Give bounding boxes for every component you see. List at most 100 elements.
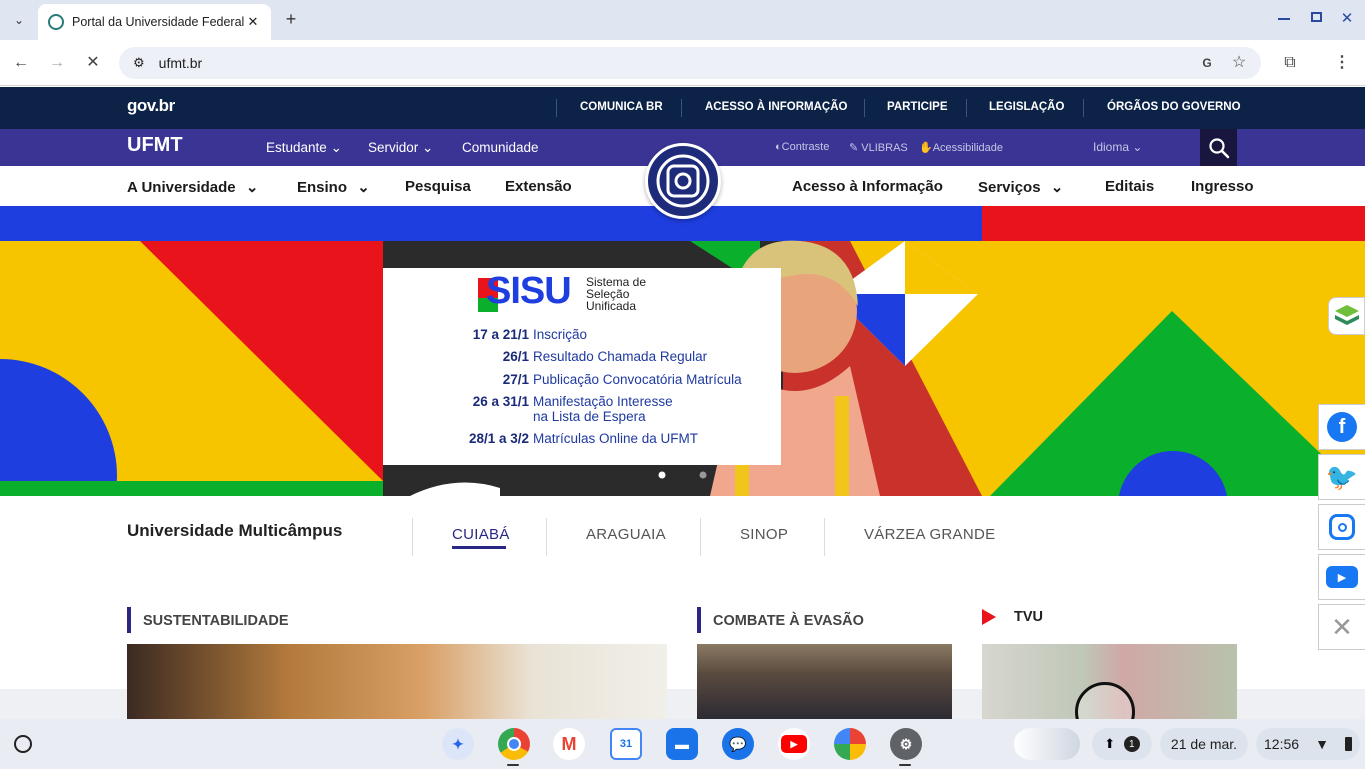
- launcher-icon[interactable]: [14, 735, 32, 753]
- schedule-item: Resultado Chamada Regular: [533, 349, 708, 364]
- nav-ingresso[interactable]: Ingresso: [1191, 178, 1254, 195]
- govbr-link-acesso[interactable]: ACESSO À INFORMAÇÃO: [705, 101, 847, 113]
- chevron-down-icon: ⌄: [357, 179, 370, 196]
- contrast-toggle[interactable]: ◐Contraste: [775, 141, 829, 153]
- files-icon[interactable]: ▬: [666, 728, 698, 760]
- calendar-icon[interactable]: 31: [610, 728, 642, 760]
- new-tab-button[interactable]: +: [280, 8, 302, 30]
- news-image-sustentabilidade[interactable]: [127, 644, 667, 719]
- menu-kebab-icon[interactable]: ⋮: [1331, 52, 1353, 74]
- nav-comunidade[interactable]: Comunidade: [462, 140, 539, 155]
- search-button[interactable]: [1200, 129, 1237, 166]
- nav-servicos-label: Serviços: [978, 179, 1041, 196]
- messages-icon[interactable]: 💬: [722, 728, 754, 760]
- forward-icon[interactable]: →: [46, 52, 68, 74]
- site-info-icon[interactable]: ⚙: [133, 55, 145, 71]
- schedule-date: 26/1: [503, 349, 529, 364]
- twitter-link[interactable]: 🐦: [1318, 454, 1365, 500]
- vlibras-toggle[interactable]: ✎ VLIBRAS: [849, 141, 908, 154]
- govbr-divider: [966, 99, 967, 117]
- nav-ensino[interactable]: Ensino ⌄: [297, 178, 370, 196]
- govbr-divider: [681, 99, 682, 117]
- ufmt-logo[interactable]: UFMT: [127, 134, 183, 157]
- browser-tab[interactable]: Portal da Universidade Federal ✕: [38, 4, 271, 40]
- vlibras-icon: ✎: [849, 142, 859, 154]
- govbr-link-orgaos[interactable]: ÓRGÃOS DO GOVERNO: [1107, 101, 1241, 113]
- govbr-link-legislacao[interactable]: LEGISLAÇÃO: [989, 101, 1064, 113]
- stop-loading-icon[interactable]: ✕: [82, 52, 104, 74]
- chevron-down-icon: ⌄: [1050, 179, 1064, 196]
- instagram-link[interactable]: [1318, 504, 1365, 550]
- youtube-app-icon[interactable]: ▶: [778, 728, 810, 760]
- nav-a-universidade[interactable]: A Universidade ⌄: [127, 178, 258, 196]
- gemini-icon[interactable]: ✦: [442, 728, 474, 760]
- tab-cuiaba[interactable]: CUIABÁ: [452, 526, 510, 543]
- minimize-icon[interactable]: [1278, 18, 1290, 20]
- facebook-icon: f: [1327, 412, 1357, 442]
- date-tray[interactable]: 21 de mar.: [1160, 728, 1248, 760]
- schedule-item: Inscrição: [533, 327, 588, 342]
- active-tab-underline: [452, 546, 506, 549]
- battery-icon: [1344, 737, 1352, 751]
- close-social-bar-icon[interactable]: ✕: [1318, 604, 1365, 650]
- play-icon: [982, 609, 996, 625]
- back-icon[interactable]: ←: [10, 52, 32, 74]
- bookmark-star-icon[interactable]: ☆: [1228, 52, 1250, 74]
- nav-servidor[interactable]: Servidor ⌄: [368, 140, 433, 156]
- nav-servidor-label: Servidor: [368, 140, 419, 155]
- status-tray[interactable]: 12:56 ▼: [1256, 728, 1360, 760]
- govbr-link-comunica[interactable]: COMUNICA BR: [580, 101, 663, 113]
- tab-araguaia[interactable]: ARAGUAIA: [586, 526, 666, 543]
- govbr-link-participe[interactable]: PARTICIPE: [887, 101, 948, 113]
- nav-pesquisa[interactable]: Pesquisa: [405, 178, 471, 195]
- schedule-date: 26 a 31/1: [473, 394, 529, 409]
- chrome-icon[interactable]: [498, 728, 530, 760]
- language-label: Idioma: [1093, 140, 1130, 154]
- sisu-logo-text: SISU: [486, 270, 572, 312]
- settings-icon[interactable]: ⚙: [890, 728, 922, 760]
- tab-favicon-icon: [48, 14, 64, 30]
- wifi-icon: ▼: [1315, 736, 1329, 752]
- tab-varzea-grande[interactable]: VÁRZEA GRANDE: [864, 526, 995, 543]
- url-text[interactable]: ufmt.br: [159, 55, 203, 71]
- window-close-icon[interactable]: ✕: [1337, 8, 1357, 30]
- section-accent-bar: [697, 607, 701, 633]
- ufmt-seal-icon[interactable]: [645, 143, 721, 219]
- floating-book-button[interactable]: [1328, 297, 1365, 335]
- nav-extensao[interactable]: Extensão: [505, 178, 572, 195]
- tab-close-icon[interactable]: ✕: [245, 14, 261, 30]
- schedule-item: Manifestação Interesse na Lista de Espera: [533, 394, 673, 424]
- section-title-sustentabilidade[interactable]: SUSTENTABILIDADE: [143, 613, 289, 629]
- schedule-date: 28/1 a 3/2: [469, 431, 529, 446]
- nav-estudante[interactable]: Estudante ⌄: [266, 140, 342, 156]
- notification-pill[interactable]: ⬆ 1: [1092, 728, 1152, 760]
- news-image-evasao[interactable]: [697, 644, 952, 719]
- accessibility-link[interactable]: ✋Acessibilidade: [919, 141, 1003, 154]
- section-accent-bar: [127, 607, 131, 633]
- contrast-icon: ◐: [775, 141, 782, 153]
- nav-a-universidade-label: A Universidade: [127, 179, 236, 196]
- upload-icon: ⬆: [1104, 736, 1116, 751]
- section-title-tvu[interactable]: TVU: [1014, 609, 1043, 625]
- govbr-divider: [1083, 99, 1084, 117]
- address-bar[interactable]: ⚙ ufmt.br: [119, 47, 1261, 79]
- tab-search-chevron-icon[interactable]: ⌄: [8, 9, 30, 31]
- photos-icon[interactable]: [834, 728, 866, 760]
- nav-servicos[interactable]: Serviços ⌄: [978, 178, 1063, 196]
- holding-space-thumbnail[interactable]: [1014, 728, 1080, 760]
- restore-icon[interactable]: [1311, 12, 1322, 22]
- nav-ensino-label: Ensino: [297, 179, 348, 196]
- schedule-item-line: Manifestação Interesse: [533, 394, 673, 409]
- gmail-icon[interactable]: M: [553, 728, 585, 760]
- translate-icon[interactable]: G: [1196, 52, 1218, 74]
- youtube-link[interactable]: ▶: [1318, 554, 1365, 600]
- govbr-logo[interactable]: gov.br: [127, 96, 175, 116]
- extensions-icon[interactable]: ⧉: [1279, 52, 1301, 74]
- nav-editais[interactable]: Editais: [1105, 178, 1154, 195]
- section-title-evasao[interactable]: COMBATE À EVASÃO: [713, 613, 864, 629]
- facebook-link[interactable]: f: [1318, 404, 1365, 450]
- tab-sinop[interactable]: SINOP: [740, 526, 788, 543]
- youtube-icon: ▶: [1326, 566, 1358, 588]
- language-select[interactable]: Idioma ⌄: [1093, 140, 1142, 154]
- nav-acesso-informacao[interactable]: Acesso à Informação: [792, 178, 943, 195]
